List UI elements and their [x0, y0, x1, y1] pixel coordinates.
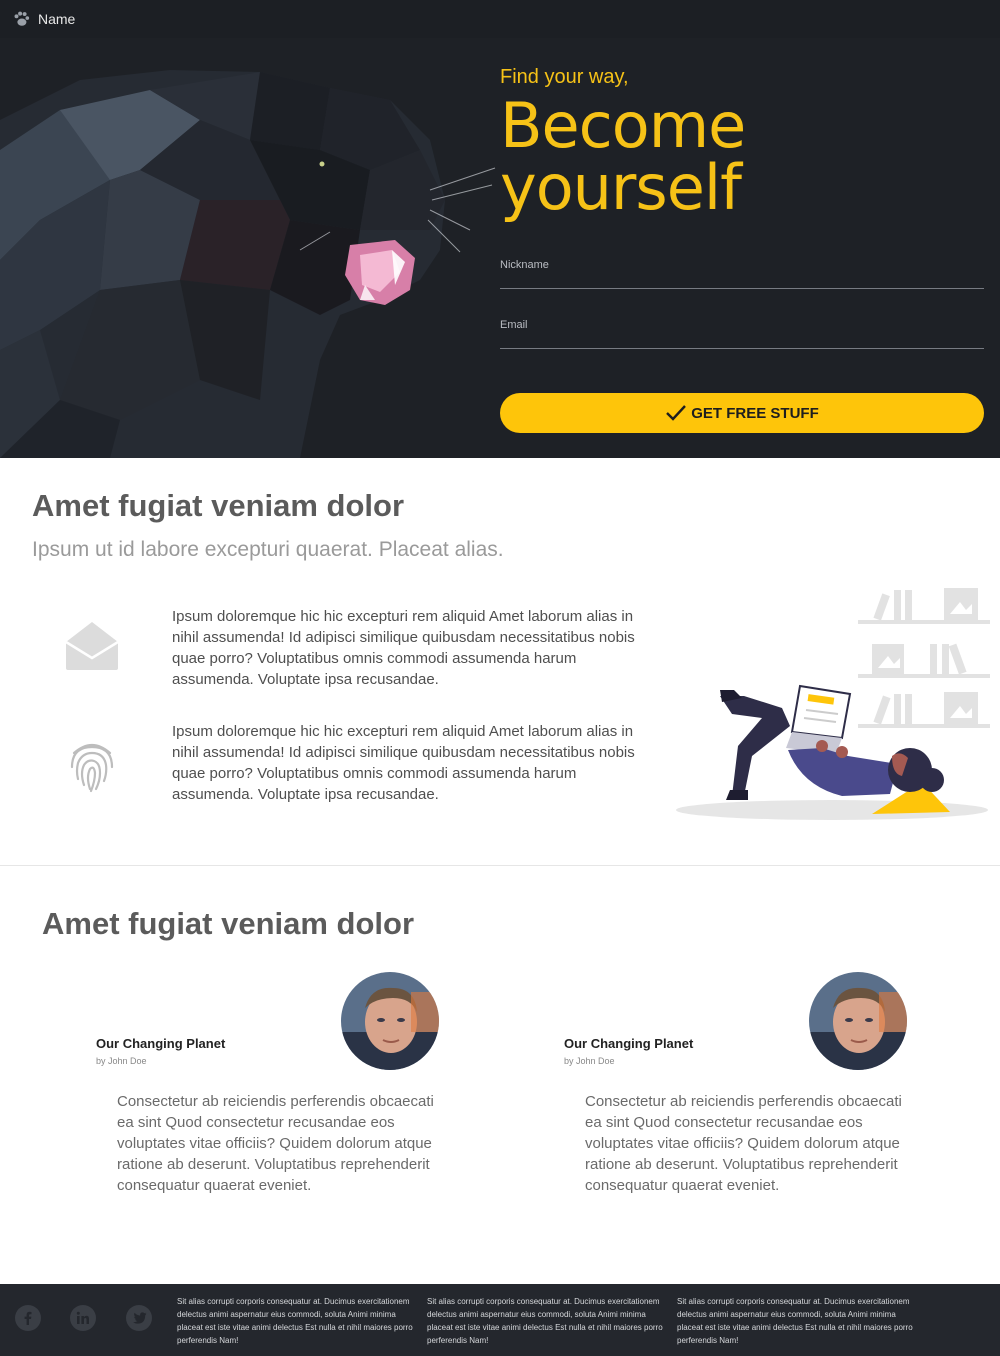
article-body: Consectetur ab reiciendis perferendis ob… [585, 1093, 902, 1194]
envelope-icon [65, 622, 119, 670]
nickname-field[interactable]: Nickname [500, 259, 984, 289]
facebook-icon[interactable] [15, 1305, 41, 1331]
article-byline: by John Doe [564, 1056, 615, 1066]
article-card[interactable]: Our Changing Planet by John Doe Consecte… [564, 972, 924, 1222]
email-input[interactable] [500, 331, 984, 349]
nickname-input[interactable] [500, 271, 984, 289]
cta-label: GET FREE STUFF [691, 404, 819, 422]
panther-illustration [0, 0, 500, 458]
brand-name[interactable]: Name [38, 11, 75, 27]
footer-column-text: Sit alias corrupti corporis consequatur … [427, 1297, 663, 1345]
hero-tagline: Find your way, [500, 66, 629, 88]
linkedin-icon[interactable] [70, 1305, 96, 1331]
article-heading[interactable]: Our Changing Planet [96, 1036, 225, 1051]
feature-text-1: Ipsum doloremque hic hic excepturi rem a… [172, 608, 635, 688]
author-avatar [341, 972, 439, 1070]
feature-text-2: Ipsum doloremque hic hic excepturi rem a… [172, 723, 635, 803]
footer: Sit alias corrupti corporis consequatur … [0, 1284, 1000, 1356]
author-avatar [809, 972, 907, 1070]
footer-column-text: Sit alias corrupti corporis consequatur … [177, 1297, 413, 1345]
article-byline: by John Doe [96, 1056, 147, 1066]
panther-image [0, 0, 500, 458]
paw-icon [14, 11, 30, 26]
top-nav-bar: Name [0, 0, 1000, 38]
twitter-icon[interactable] [126, 1305, 152, 1331]
features-title: Amet fugiat veniam dolor [32, 488, 405, 523]
articles-title: Amet fugiat veniam dolor [42, 906, 415, 941]
hero-headline: Become yourself [500, 89, 746, 224]
checkmark-icon [666, 405, 687, 421]
email-field[interactable]: Email [500, 319, 984, 349]
email-label: Email [500, 319, 528, 331]
article-body: Consectetur ab reiciendis perferendis ob… [117, 1093, 434, 1194]
nickname-label: Nickname [500, 259, 549, 271]
footer-column-text: Sit alias corrupti corporis consequatur … [677, 1297, 913, 1345]
hero-section: Name Find your way, Become yourself Nick… [0, 0, 1000, 458]
get-free-stuff-button[interactable]: GET FREE STUFF [500, 393, 984, 433]
signup-panel: Find your way, Become yourself Nickname … [500, 38, 984, 433]
article-card[interactable]: Our Changing Planet by John Doe Consecte… [96, 972, 456, 1222]
articles-section: Amet fugiat veniam dolor Our Changing Pl… [0, 866, 1000, 1284]
features-subtitle: Ipsum ut id labore excepturi quaerat. Pl… [32, 538, 504, 561]
article-heading[interactable]: Our Changing Planet [564, 1036, 693, 1051]
reading-person-illustration [676, 588, 990, 820]
features-section: Amet fugiat veniam dolor Ipsum ut id lab… [0, 458, 1000, 866]
fingerprint-icon [70, 743, 114, 793]
